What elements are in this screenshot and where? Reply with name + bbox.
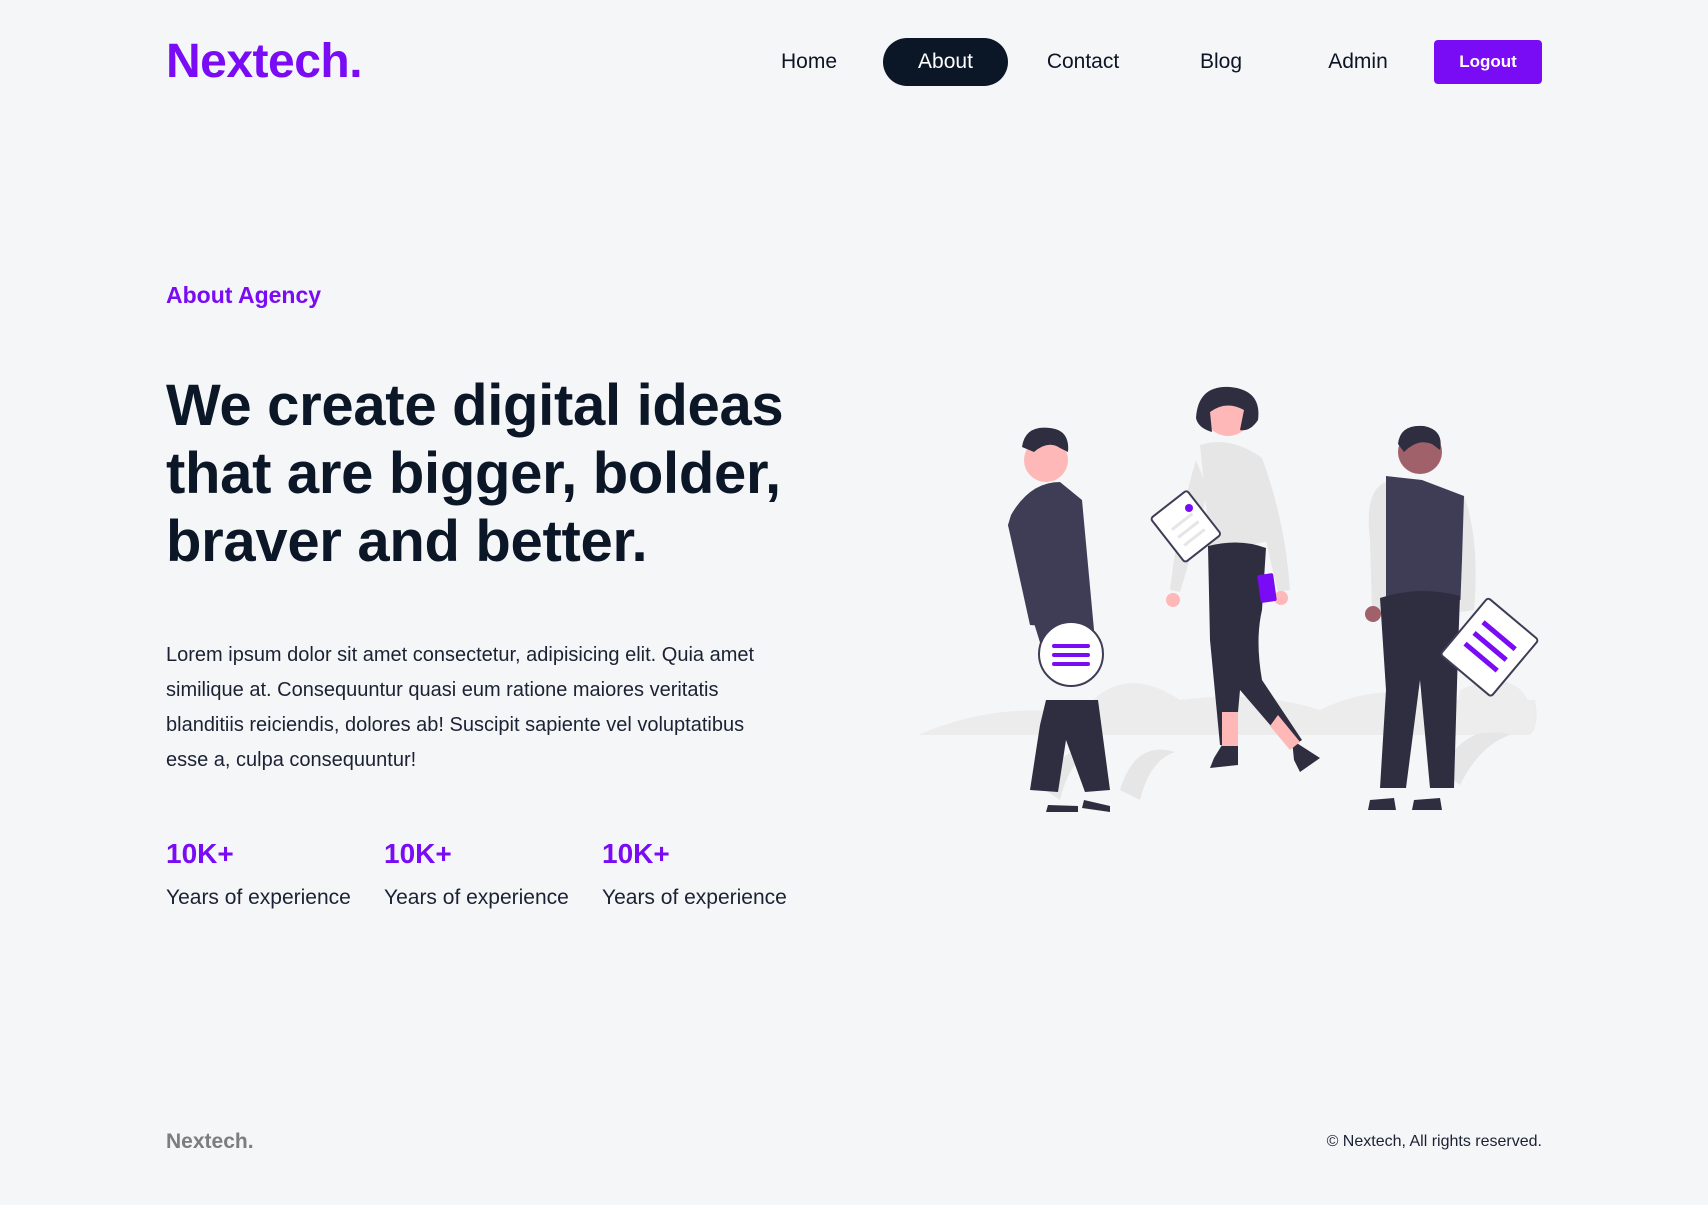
hero-description: Lorem ipsum dolor sit amet consectetur, … <box>166 644 755 771</box>
stat-value: 10K+ <box>166 838 234 869</box>
about-page: Nextech. Home About Contact Blog Admin L… <box>0 0 1708 1205</box>
stat-label: Years of experience <box>602 886 787 909</box>
nav-admin[interactable]: Admin <box>1314 38 1402 86</box>
stat-value: 10K+ <box>602 838 670 869</box>
section-eyebrow: About Agency <box>166 282 322 308</box>
stat-value: 10K+ <box>384 838 452 869</box>
footer-logo[interactable]: Nextech. <box>166 1130 254 1154</box>
person-right <box>1365 425 1539 810</box>
stat-label: Years of experience <box>166 886 351 909</box>
stat-item: 10K+ Years of experience <box>166 838 376 910</box>
nav-blog[interactable]: Blog <box>1180 38 1262 86</box>
logout-button[interactable]: Logout <box>1434 40 1542 84</box>
nav-contact[interactable]: Contact <box>1032 38 1134 86</box>
stat-item: 10K+ Years of experience <box>602 838 812 910</box>
team-people-illustration <box>918 386 1539 812</box>
stat-item: 10K+ Years of experience <box>384 838 594 910</box>
footer-copyright: © Nextech, All rights reserved. <box>1326 1133 1542 1150</box>
nav-about[interactable]: About <box>883 38 1008 86</box>
person-left <box>1008 427 1110 812</box>
nav-home[interactable]: Home <box>762 38 856 86</box>
stat-label: Years of experience <box>384 886 569 909</box>
page-title: We create digital ideas that are bigger,… <box>166 373 784 574</box>
